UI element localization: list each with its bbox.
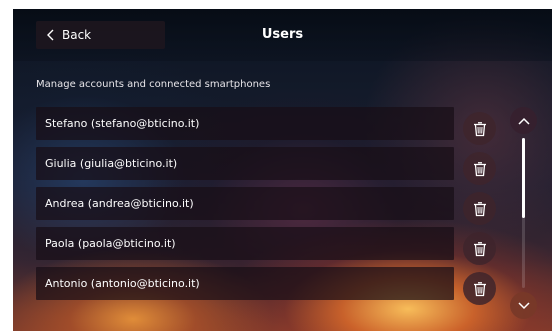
trash-icon (473, 241, 486, 256)
delete-user-button[interactable] (463, 232, 496, 265)
scroll-down-button[interactable] (510, 292, 537, 319)
user-label: Paola (paola@bticino.it) (45, 237, 176, 250)
chevron-up-icon (517, 117, 530, 125)
scrollbar-thumb[interactable] (522, 138, 525, 218)
page-subtitle: Manage accounts and connected smartphone… (36, 79, 271, 90)
user-row-andrea[interactable]: Andrea (andrea@bticino.it) (36, 187, 454, 220)
user-row-antonio[interactable]: Antonio (antonio@bticino.it) (36, 267, 454, 300)
trash-icon (473, 161, 486, 176)
delete-user-button[interactable] (463, 152, 496, 185)
delete-user-button[interactable] (463, 192, 496, 225)
trash-icon (473, 121, 486, 136)
user-label: Antonio (antonio@bticino.it) (45, 277, 200, 290)
trash-icon (473, 281, 486, 296)
users-screen: Back Users Manage accounts and connected… (13, 9, 552, 331)
header-bar: Back Users (13, 9, 552, 61)
chevron-left-icon (46, 28, 56, 42)
trash-icon (473, 201, 486, 216)
back-button[interactable]: Back (36, 21, 165, 49)
delete-user-button[interactable] (463, 112, 496, 145)
user-label: Andrea (andrea@bticino.it) (45, 197, 194, 210)
user-label: Stefano (stefano@bticino.it) (45, 117, 200, 130)
user-label: Giulia (giulia@bticino.it) (45, 157, 178, 170)
delete-buttons (463, 112, 497, 312)
back-label: Back (62, 28, 92, 42)
scroll-up-button[interactable] (510, 107, 537, 134)
user-row-giulia[interactable]: Giulia (giulia@bticino.it) (36, 147, 454, 180)
user-row-paola[interactable]: Paola (paola@bticino.it) (36, 227, 454, 260)
user-row-stefano[interactable]: Stefano (stefano@bticino.it) (36, 107, 454, 140)
scrollbar[interactable] (522, 138, 525, 288)
delete-user-button[interactable] (463, 272, 496, 305)
user-list: Stefano (stefano@bticino.it) Giulia (giu… (36, 107, 456, 307)
chevron-down-icon (517, 301, 530, 309)
